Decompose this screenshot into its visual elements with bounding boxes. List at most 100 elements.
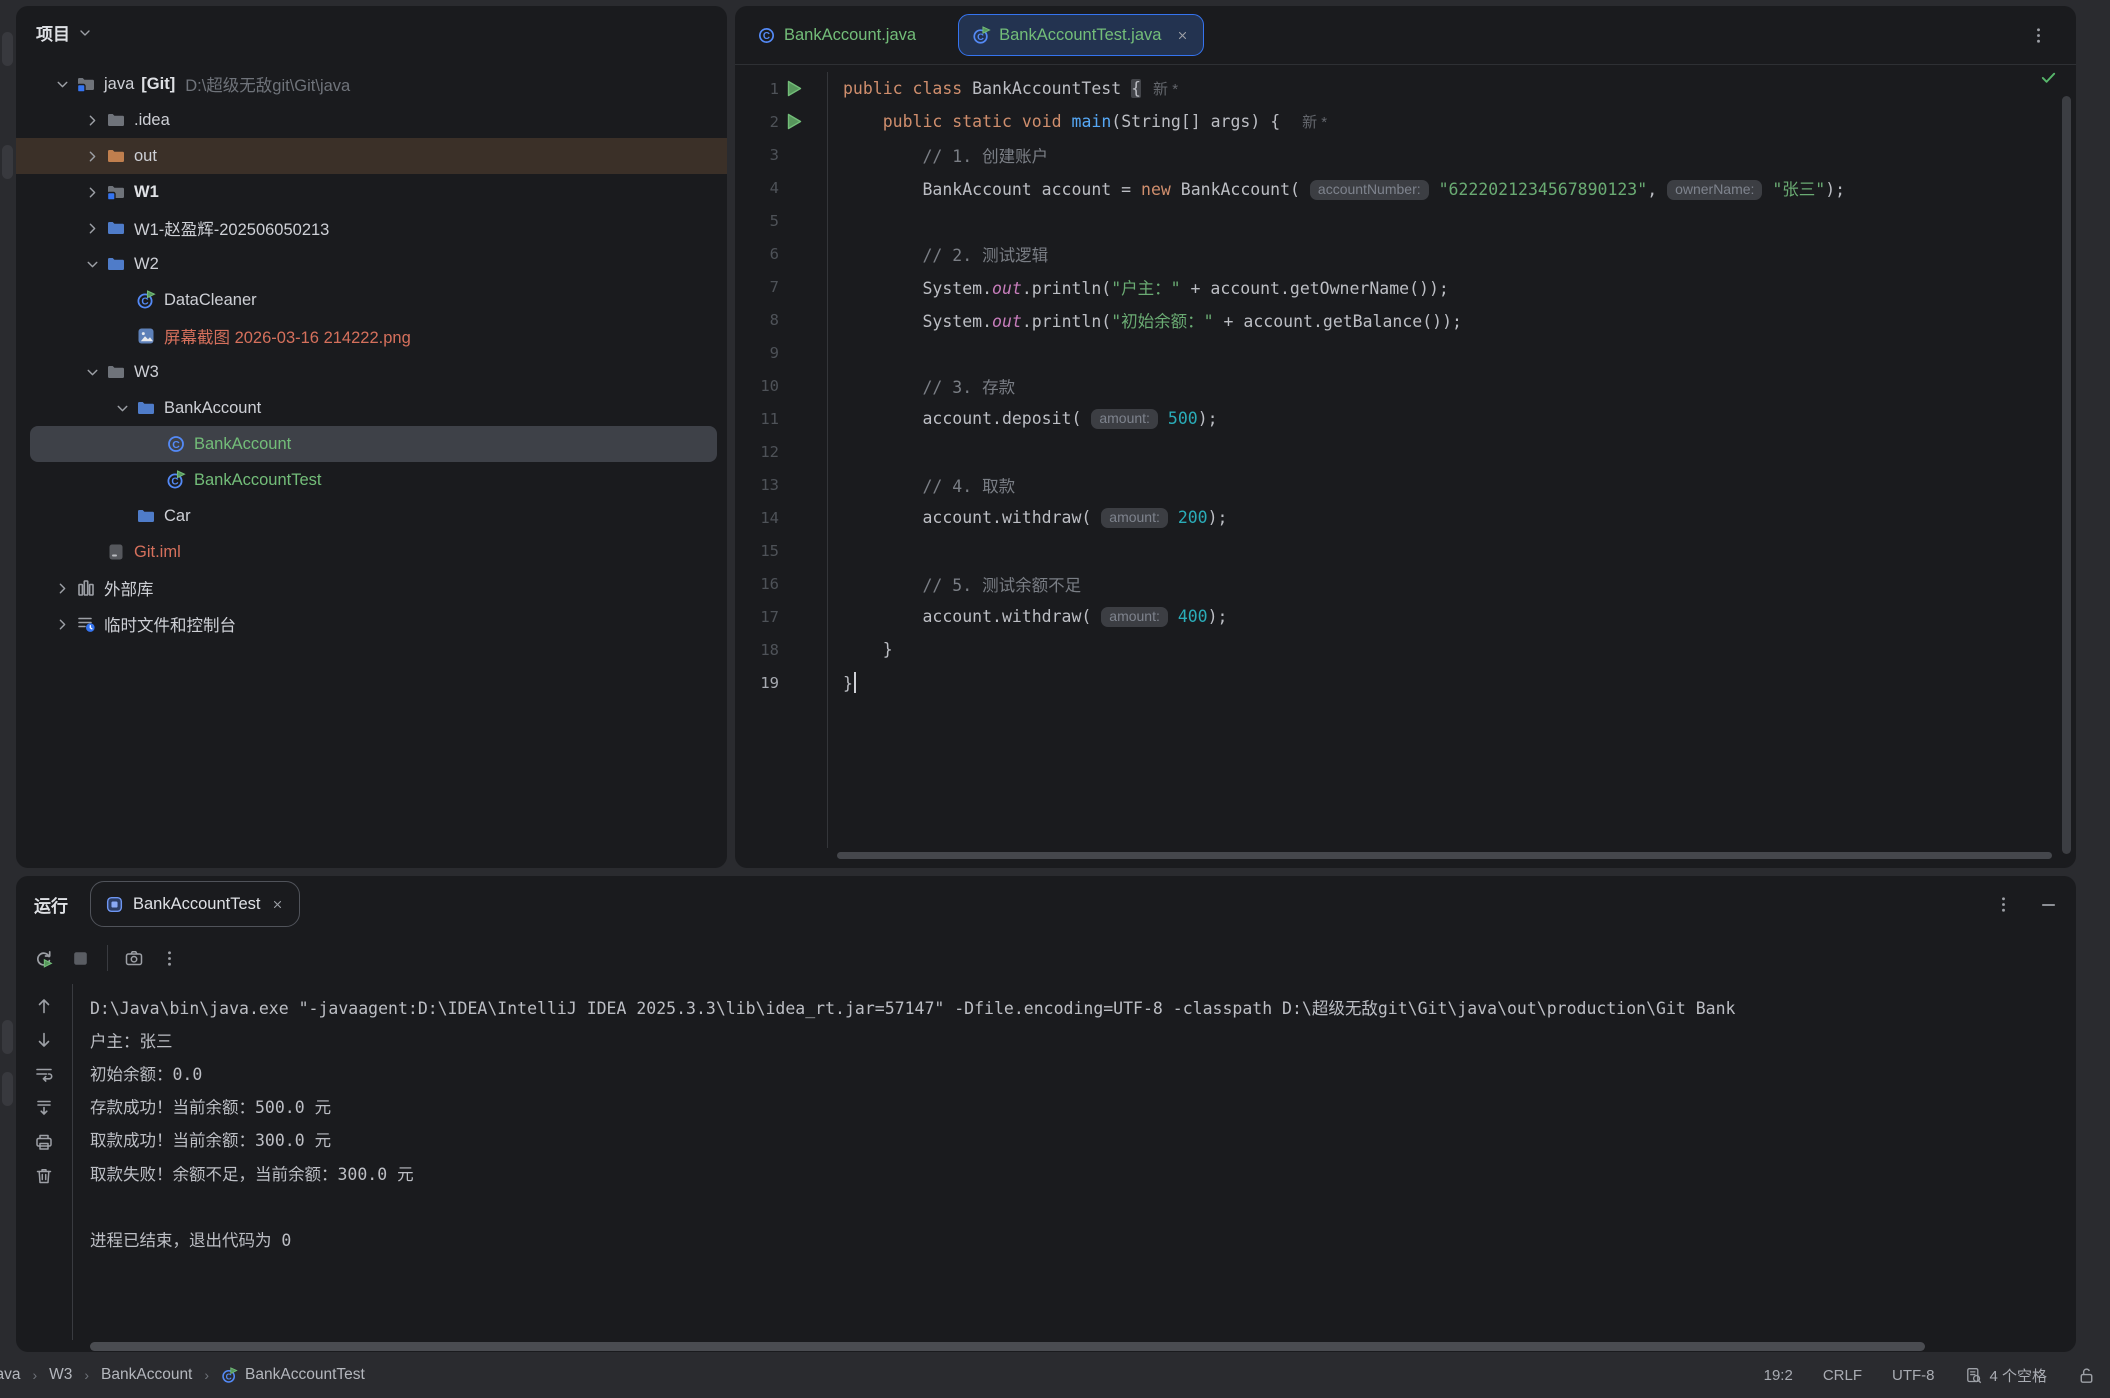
tree-item-W3[interactable]: W3 — [16, 354, 727, 390]
console-horizontal-scrollbar[interactable] — [90, 1342, 1925, 1351]
editor-vertical-scrollbar[interactable] — [2062, 96, 2071, 854]
code-line-5[interactable]: 5 — [735, 204, 2076, 237]
code-line-11[interactable]: 11 account.deposit( amount: 500); — [735, 402, 2076, 435]
editor-horizontal-scrollbar[interactable] — [837, 852, 2052, 859]
editor-tab-BankAccount.java[interactable]: CBankAccount.java — [757, 26, 916, 45]
code-line-7[interactable]: 7 System.out.println("户主：" + account.get… — [735, 270, 2076, 303]
caret-position[interactable]: 19:2 — [1764, 1367, 1793, 1384]
code-line-19[interactable]: 19} — [735, 666, 2076, 699]
chevron-right-icon[interactable] — [82, 182, 102, 202]
tree-item-label: 临时文件和控制台 — [104, 612, 236, 636]
editor-tab-bar: CBankAccount.java CBankAccountTest.java — [735, 6, 2076, 65]
code-line-16[interactable]: 16 // 5. 测试余额不足 — [735, 567, 2076, 600]
print-icon[interactable] — [34, 1132, 54, 1152]
editor-tab-BankAccountTest.java[interactable]: CBankAccountTest.java — [958, 14, 1204, 56]
code-line-10[interactable]: 10 // 3. 存款 — [735, 369, 2076, 402]
chevron-down-icon[interactable] — [82, 362, 102, 382]
code-line-3[interactable]: 3 // 1. 创建账户 — [735, 138, 2076, 171]
code-text: // 2. 测试逻辑 — [835, 242, 1048, 266]
code-area[interactable]: 1public class BankAccountTest {新 *2 publ… — [735, 72, 2076, 699]
unlock-icon[interactable] — [2077, 1366, 2096, 1385]
code-line-17[interactable]: 17 account.withdraw( amount: 400); — [735, 600, 2076, 633]
code-line-9[interactable]: 9 — [735, 336, 2076, 369]
code-line-15[interactable]: 15 — [735, 534, 2076, 567]
screenshot-icon[interactable] — [124, 948, 144, 968]
chevron-right-icon[interactable] — [82, 146, 102, 166]
tree-item-.idea[interactable]: .idea — [16, 102, 727, 138]
chevron-right-icon[interactable] — [52, 578, 72, 598]
code-line-6[interactable]: 6 // 2. 测试逻辑 — [735, 237, 2076, 270]
console-line: 户主：张三 — [90, 1023, 2066, 1056]
chevron-right-icon[interactable] — [82, 110, 102, 130]
chevron-down-icon[interactable] — [52, 74, 72, 94]
tree-item-out[interactable]: out — [16, 138, 727, 174]
module-folder-icon — [75, 74, 96, 95]
tree-item-label: W1 — [134, 183, 159, 202]
class-run-icon: C — [135, 290, 156, 311]
run-panel-more-icon[interactable] — [1994, 895, 2013, 914]
code-line-4[interactable]: 4 BankAccount account = new BankAccount(… — [735, 171, 2076, 204]
soft-wrap-icon[interactable] — [34, 1064, 54, 1084]
tree-item-Git.iml[interactable]: Git.iml — [16, 534, 727, 570]
code-line-1[interactable]: 1public class BankAccountTest {新 * — [735, 72, 2076, 105]
indent-setting[interactable]: 4 个空格 — [1964, 1365, 2047, 1386]
tree-item-BankAccountTest[interactable]: CBankAccountTest — [16, 462, 727, 498]
close-icon[interactable] — [1175, 28, 1190, 43]
clear-console-icon[interactable] — [34, 1166, 54, 1186]
line-number: 17 — [735, 608, 779, 626]
tree-item-BankAccount[interactable]: CBankAccount — [30, 426, 717, 462]
tree-item-W2[interactable]: W2 — [16, 246, 727, 282]
rerun-icon[interactable] — [33, 948, 54, 969]
run-line-icon[interactable] — [779, 80, 835, 97]
tree-item-W1---202506050213[interactable]: W1-赵盈辉-202506050213 — [16, 210, 727, 246]
toolbar-more-icon[interactable] — [160, 949, 179, 968]
tree-item-label: W3 — [134, 363, 159, 382]
code-text: public static void main(String[] args) {… — [835, 111, 1327, 132]
line-ending[interactable]: CRLF — [1823, 1367, 1862, 1384]
tree-item-label: Git.iml — [134, 543, 181, 562]
class-run-icon: C — [165, 470, 186, 491]
breadcrumb-separator: › — [84, 1367, 89, 1383]
tree-item-Car[interactable]: Car — [16, 498, 727, 534]
scroll-to-end-icon[interactable] — [34, 1098, 54, 1118]
breadcrumb-item-W3[interactable]: W3 — [49, 1366, 72, 1384]
breadcrumb-item-BankAccountTest[interactable]: CBankAccountTest — [221, 1366, 365, 1384]
tree-item-BankAccount[interactable]: BankAccount — [16, 390, 727, 426]
scroll-down-icon[interactable] — [34, 1030, 54, 1050]
stripe-button[interactable] — [2, 145, 13, 179]
tree-item-W1[interactable]: W1 — [16, 174, 727, 210]
code-line-12[interactable]: 12 — [735, 435, 2076, 468]
status-bar: java›W3›BankAccount›CBankAccountTest 19:… — [0, 1352, 2110, 1398]
chevron-right-icon[interactable] — [52, 614, 72, 634]
code-line-14[interactable]: 14 account.withdraw( amount: 200); — [735, 501, 2076, 534]
hide-panel-icon[interactable] — [2039, 895, 2058, 914]
stripe-button[interactable] — [2, 1072, 13, 1106]
run-tab[interactable]: BankAccountTest — [90, 881, 300, 927]
image-file-icon — [135, 326, 156, 347]
breadcrumb-item-BankAccount[interactable]: BankAccount — [101, 1366, 192, 1384]
folder-gray-icon — [105, 110, 126, 131]
scroll-up-icon[interactable] — [34, 996, 54, 1016]
tree-item-java[interactable]: java[Git]D:\超级无敌git\Git\java — [16, 66, 727, 102]
breadcrumb-item-java[interactable]: java — [0, 1366, 20, 1384]
code-line-8[interactable]: 8 System.out.println("初始余额：" + account.g… — [735, 303, 2076, 336]
run-line-icon[interactable] — [779, 113, 835, 130]
code-line-18[interactable]: 18 } — [735, 633, 2076, 666]
editor-more-options-icon[interactable] — [2029, 26, 2048, 45]
code-line-2[interactable]: 2 public static void main(String[] args)… — [735, 105, 2076, 138]
folder-blue-icon — [135, 506, 156, 527]
stripe-button[interactable] — [2, 1020, 13, 1054]
tree-item--2026-03-16-214222.png[interactable]: 屏幕截图 2026-03-16 214222.png — [16, 318, 727, 354]
chevron-down-icon[interactable] — [112, 398, 132, 418]
chevron-down-icon[interactable] — [82, 254, 102, 274]
code-line-13[interactable]: 13 // 4. 取款 — [735, 468, 2076, 501]
close-icon[interactable] — [270, 897, 285, 912]
tree-item--[interactable]: 外部库 — [16, 570, 727, 606]
stripe-button[interactable] — [2, 32, 13, 66]
project-panel-header[interactable]: 项目 — [36, 20, 93, 45]
tree-item--[interactable]: 临时文件和控制台 — [16, 606, 727, 642]
chevron-right-icon[interactable] — [82, 218, 102, 238]
stop-icon[interactable] — [70, 948, 91, 969]
tree-item-DataCleaner[interactable]: CDataCleaner — [16, 282, 727, 318]
file-encoding[interactable]: UTF-8 — [1892, 1367, 1935, 1384]
